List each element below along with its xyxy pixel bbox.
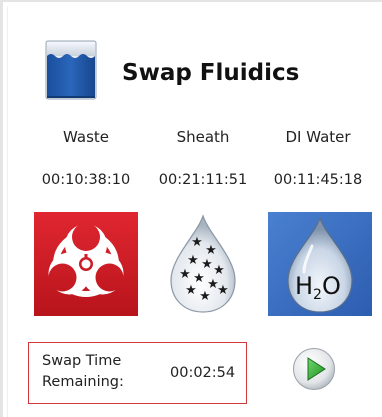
svg-text:★: ★ xyxy=(213,263,225,278)
h2o-droplet-icon: H2O xyxy=(268,212,372,316)
svg-text:★: ★ xyxy=(199,289,211,304)
sheath-droplet-icon: ★ ★ ★ ★ ★ ★ ★ ★ ★ ★ ★ xyxy=(151,212,255,316)
svg-text:★: ★ xyxy=(201,257,213,272)
svg-text:★: ★ xyxy=(179,267,191,282)
di-water-time: 00:11:45:18 xyxy=(273,172,363,188)
play-icon xyxy=(293,348,335,390)
waste-tile[interactable] xyxy=(34,212,138,316)
swap-fluidics-panel: Swap Fluidics Waste Sheath DI Water 00:1… xyxy=(0,0,382,417)
di-water-label: DI Water xyxy=(285,128,351,146)
waste-time: 00:10:38:10 xyxy=(41,172,131,188)
swap-time-label: Swap Time Remaining: xyxy=(42,353,124,390)
sheath-tile[interactable]: ★ ★ ★ ★ ★ ★ ★ ★ ★ ★ ★ xyxy=(151,212,255,316)
svg-text:★: ★ xyxy=(205,243,217,258)
waste-label: Waste xyxy=(63,128,109,146)
play-button[interactable] xyxy=(292,347,336,391)
biohazard-icon xyxy=(34,212,138,316)
page-title: Swap Fluidics xyxy=(122,60,300,86)
sheath-time: 00:21:11:51 xyxy=(158,172,248,188)
swap-time-value: 00:02:54 xyxy=(170,365,236,381)
swap-time-box: Swap Time Remaining: 00:02:54 xyxy=(28,342,247,404)
svg-text:★: ★ xyxy=(185,283,197,298)
fluidics-container-icon xyxy=(45,40,97,100)
svg-text:★: ★ xyxy=(191,235,203,250)
svg-text:★: ★ xyxy=(187,253,199,268)
svg-text:★: ★ xyxy=(217,283,229,298)
sheath-label: Sheath xyxy=(176,128,230,146)
di-water-tile[interactable]: H2O xyxy=(268,212,372,316)
